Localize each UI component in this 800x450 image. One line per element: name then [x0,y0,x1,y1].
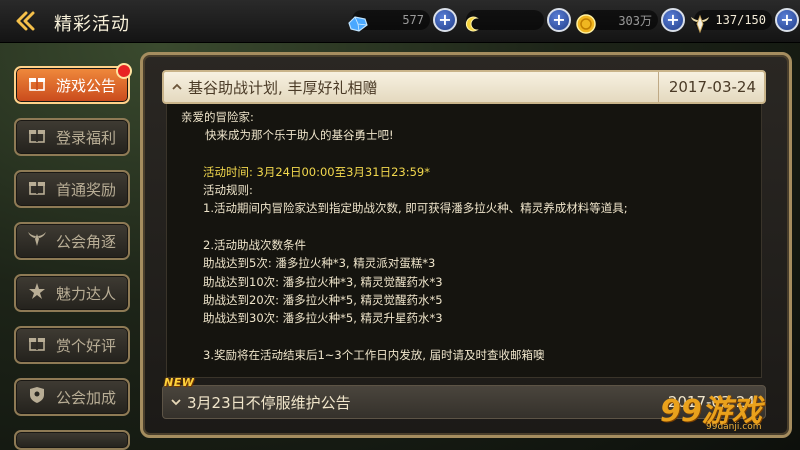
shield-icon [26,386,48,408]
sidebar-item-partial[interactable] [14,430,130,450]
star-character-icon [26,282,48,304]
sidebar-item-label: 首通奖励 [56,180,117,199]
event-time-text: 活动时间: 3月24日00:00至3月31日23:59* [203,164,430,179]
add-crescent-button[interactable]: + [547,8,571,32]
gift-icon [26,334,48,356]
wings-emblem-icon [26,230,48,252]
rule-3-text: 3.奖励将在活动结束后1~3个工作日内发放, 届时请及时查收邮箱噢 [203,347,545,362]
rule-1-text: 1.活动期间内冒险家达到指定助战次数, 即可获得潘多拉火种、精灵养成材料等道具; [203,201,628,216]
sidebar-item-charm-master[interactable]: 魅力达人 [14,274,130,312]
tier-2-text: 助战达到10次: 潘多拉火种*3, 精灵觉醒药水*3 [203,274,443,289]
add-gold-button[interactable]: + [661,8,685,32]
tier-1-text: 助战达到5次: 潘多拉火种*3, 精灵派对蛋糕*3 [203,256,436,271]
sidebar-item-label: 赏个好评 [56,336,117,355]
add-stamina-button[interactable]: + [775,8,799,32]
resource-gold: 303万 + [576,6,685,34]
back-arrow-icon[interactable] [10,6,40,36]
sidebar-item-label: 游戏公告 [56,76,117,95]
sidebar-item-login-rewards[interactable]: 登录福利 [14,118,130,156]
rules-title-text: 活动规则: [203,183,253,198]
tier-4-text: 助战达到30次: 潘多拉火种*5, 精灵升星药水*3 [203,311,443,326]
greeting-text: 亲爱的冒险家: [181,110,254,124]
sidebar-item-label: 魅力达人 [56,284,117,303]
intro-text: 快来成为那个乐于助人的基谷勇士吧! [205,128,394,143]
announcement-header-expanded[interactable]: 基谷助战计划, 丰厚好礼相赠 2017-03-24 [162,70,766,104]
sidebar-item-game-announcement[interactable]: 游戏公告 [14,63,132,104]
announcement-title: 基谷助战计划, 丰厚好礼相赠 [188,78,378,97]
chevron-down-icon [171,395,181,410]
chevron-up-icon [172,80,182,95]
blue-crystal-icon [346,12,370,36]
sidebar-item-label: 公会角逐 [56,232,117,251]
new-badge: NEW [164,376,195,389]
resource-stamina: 137/150 + [691,6,799,34]
announcement-date: 2017-03-24 [667,393,755,411]
rule-2-title-text: 2.活动助战次数条件 [203,238,306,253]
yellow-crescent-icon [460,12,484,36]
page-title: 精彩活动 [54,14,130,35]
announcement-body: 亲爱的冒险家: 快来成为那个乐于助人的基谷勇士吧! 活动时间: 3月24日00:… [166,104,762,378]
sidebar-item-first-clear-rewards[interactable]: 首通奖励 [14,170,130,208]
gift-icon [26,74,48,96]
sidebar-item-label: 公会加成 [56,388,117,407]
gift-icon [26,178,48,200]
gold-coin-icon [574,12,598,36]
resource-crescent: + [465,6,571,34]
announcement-date: 2017-03-24 [657,72,764,102]
sidebar-item-label: 登录福利 [56,128,117,147]
gift-icon [26,126,48,148]
add-crystal-button[interactable]: + [433,8,457,32]
announcement-title: 3月23日不停服维护公告 [187,393,351,412]
top-bar: 精彩活动 577 + + 303万 + 137/150 + [0,0,800,43]
sidebar-item-guild-bonus[interactable]: 公会加成 [14,378,130,416]
winged-stamina-icon [688,12,712,36]
notification-badge [116,63,132,79]
tier-3-text: 助战达到20次: 潘多拉火种*5, 精灵觉醒药水*5 [203,292,443,307]
sidebar-item-guild-contest[interactable]: 公会角逐 [14,222,130,260]
announcement-header-collapsed[interactable]: 3月23日不停服维护公告 2017-03-24 [162,385,766,419]
sidebar-item-rate-us[interactable]: 赏个好评 [14,326,130,364]
resource-crystal: 577 + [348,6,457,34]
